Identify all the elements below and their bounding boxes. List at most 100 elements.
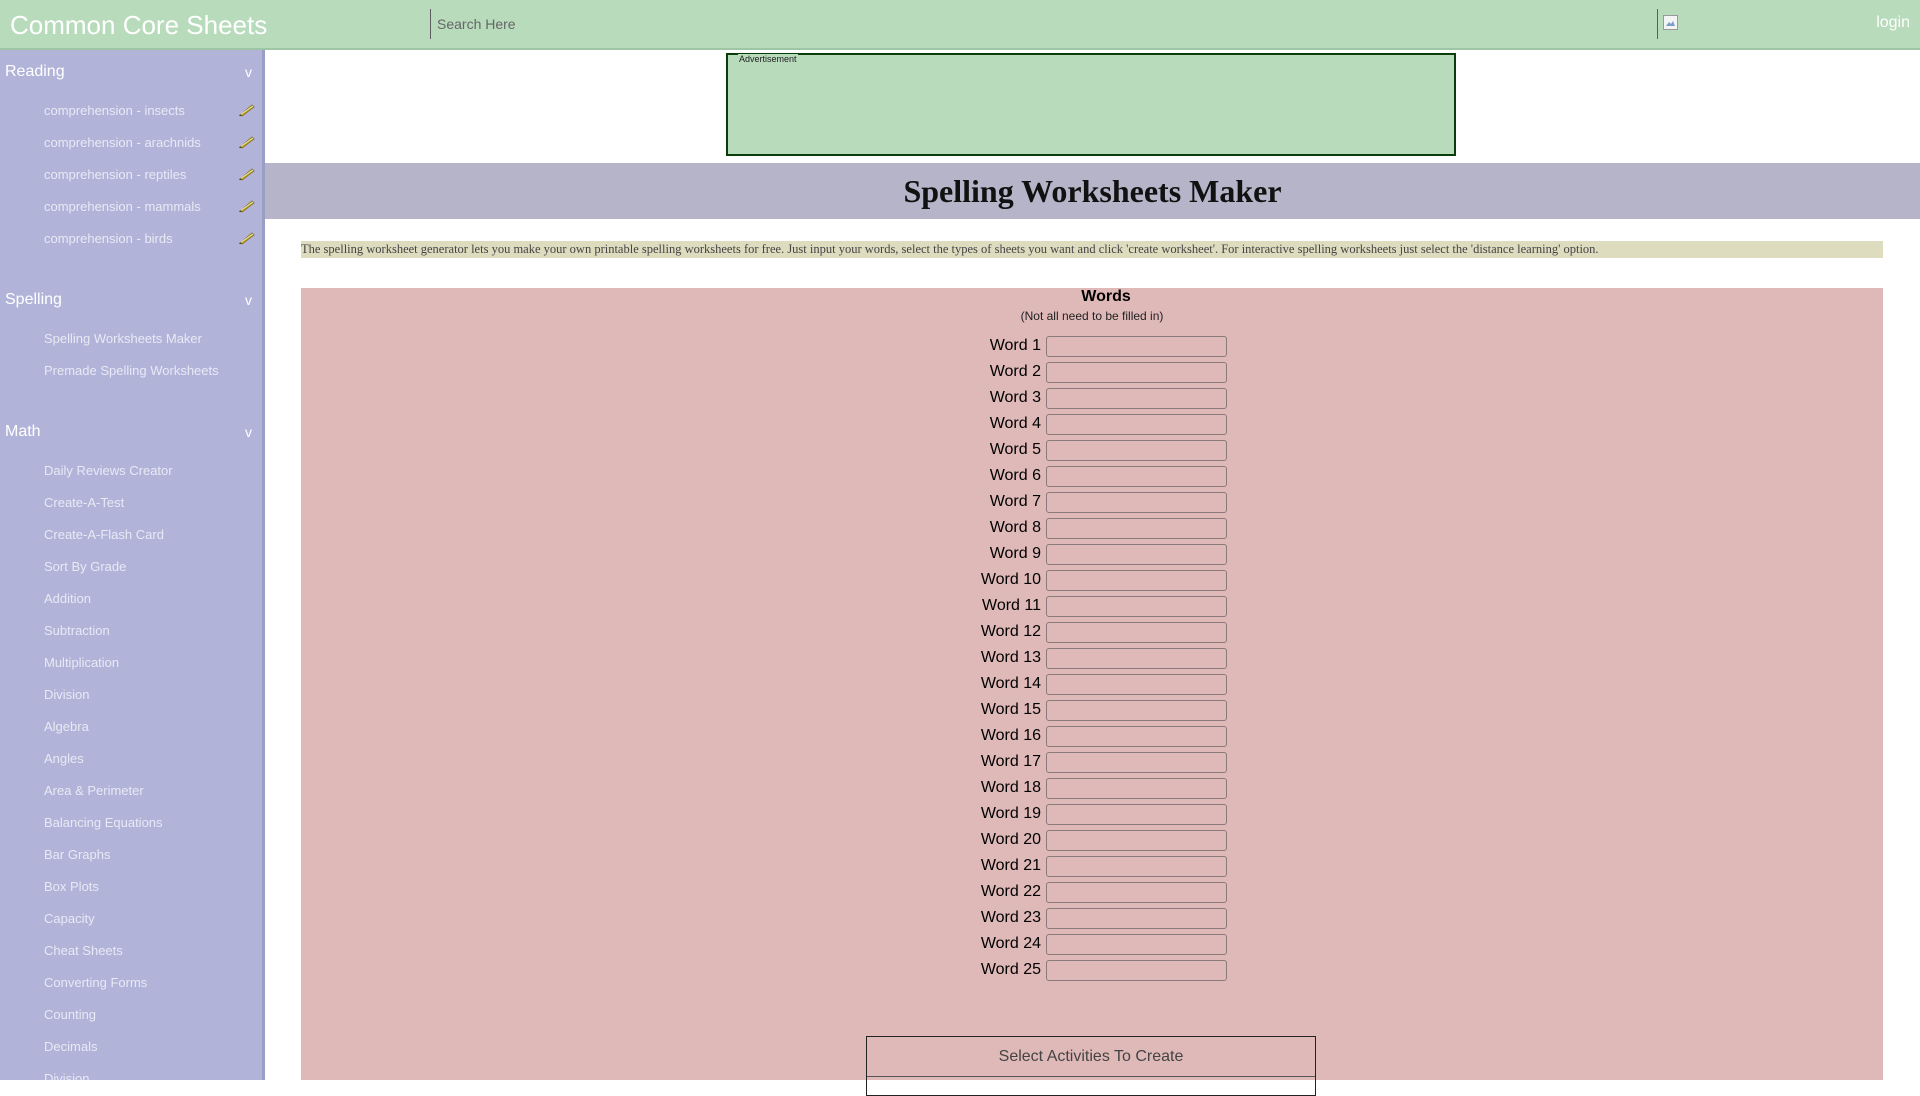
word-label: Word 7	[989, 493, 1041, 510]
sidebar-item[interactable]: Decimals	[0, 1030, 262, 1062]
sidebar-item[interactable]: Box Plots	[0, 870, 262, 902]
sidebar-item[interactable]: Premade Spelling Worksheets	[0, 354, 262, 386]
word-input[interactable]	[1046, 726, 1227, 747]
word-input[interactable]	[1046, 440, 1227, 461]
search-input[interactable]	[430, 9, 1656, 39]
login-link[interactable]: login	[1876, 14, 1910, 32]
word-row: Word 4	[301, 412, 1883, 438]
word-row: Word 10	[301, 568, 1883, 594]
sidebar-item-label: comprehension - mammals	[44, 198, 201, 214]
sidebar-section-math[interactable]: Math v	[0, 410, 262, 454]
word-label: Word 8	[989, 519, 1041, 536]
words-heading: Words	[1081, 288, 1131, 305]
sidebar-item[interactable]: Counting	[0, 998, 262, 1030]
sidebar-item[interactable]: Division	[0, 678, 262, 710]
word-label: Word 24	[980, 935, 1041, 952]
chevron-down-icon[interactable]: v	[245, 292, 252, 308]
sidebar-item[interactable]: Daily Reviews Creator	[0, 454, 262, 486]
word-input[interactable]	[1046, 414, 1227, 435]
sidebar-item-label: Converting Forms	[44, 974, 148, 990]
word-row: Word 15	[301, 698, 1883, 724]
word-input[interactable]	[1046, 882, 1227, 903]
sidebar-item[interactable]: Cheat Sheets	[0, 934, 262, 966]
word-row: Word 6	[301, 464, 1883, 490]
word-row: Word 23	[301, 906, 1883, 932]
word-input[interactable]	[1046, 596, 1227, 617]
sidebar-item[interactable]: Sort By Grade	[0, 550, 262, 582]
sidebar-section-spelling[interactable]: Spelling v	[0, 278, 262, 322]
section-title: Reading	[5, 63, 65, 80]
word-input[interactable]	[1046, 908, 1227, 929]
word-row: Word 9	[301, 542, 1883, 568]
sidebar-item-label: comprehension - arachnids	[44, 134, 201, 150]
word-input[interactable]	[1046, 648, 1227, 669]
sidebar-item[interactable]: Division	[0, 1062, 262, 1081]
sidebar-item[interactable]: Create-A-Flash Card	[0, 518, 262, 550]
word-input[interactable]	[1046, 492, 1227, 513]
sidebar-item[interactable]: comprehension - reptiles	[0, 158, 262, 190]
word-input[interactable]	[1046, 362, 1227, 383]
sidebar-item[interactable]: comprehension - birds	[0, 222, 262, 254]
word-row: Word 2	[301, 360, 1883, 386]
sidebar-item[interactable]: Angles	[0, 742, 262, 774]
word-label: Word 19	[980, 805, 1041, 822]
sidebar-item[interactable]: Algebra	[0, 710, 262, 742]
word-input[interactable]	[1046, 700, 1227, 721]
sidebar-item[interactable]: Addition	[0, 582, 262, 614]
word-input[interactable]	[1046, 778, 1227, 799]
sidebar-item[interactable]: comprehension - insects	[0, 94, 262, 126]
sidebar-item[interactable]: comprehension - arachnids	[0, 126, 262, 158]
sidebar-item[interactable]: Spelling Worksheets Maker	[0, 322, 262, 354]
word-input[interactable]	[1046, 570, 1227, 591]
word-input[interactable]	[1046, 518, 1227, 539]
sidebar-item-label: Decimals	[44, 1038, 98, 1054]
top-bar: Common Core Sheets login	[0, 0, 1920, 50]
sidebar-nav: Reading v comprehension - insects compreh…	[0, 50, 265, 1080]
sidebar-item[interactable]: Balancing Equations	[0, 806, 262, 838]
activities-box: Select Activities To Create	[866, 1036, 1316, 1096]
word-label: Word 23	[980, 909, 1041, 926]
word-input[interactable]	[1046, 960, 1227, 981]
word-input[interactable]	[1046, 674, 1227, 695]
sidebar-item[interactable]: Bar Graphs	[0, 838, 262, 870]
sidebar-item[interactable]: Area & Perimeter	[0, 774, 262, 806]
word-input[interactable]	[1046, 388, 1227, 409]
word-row: Word 5	[301, 438, 1883, 464]
sidebar-item[interactable]: Capacity	[0, 902, 262, 934]
word-label: Word 3	[989, 389, 1041, 406]
intro-text: The spelling worksheet generator lets yo…	[301, 241, 1883, 258]
broken-image-icon[interactable]	[1663, 15, 1678, 30]
sidebar-item-label: Division	[44, 1070, 90, 1081]
word-input[interactable]	[1046, 622, 1227, 643]
advertisement-box[interactable]: Advertisement	[726, 53, 1456, 156]
chevron-down-icon[interactable]: v	[245, 64, 252, 80]
word-input[interactable]	[1046, 830, 1227, 851]
chevron-down-icon[interactable]: v	[245, 424, 252, 440]
sidebar-item[interactable]: Converting Forms	[0, 966, 262, 998]
sidebar-item[interactable]: Subtraction	[0, 614, 262, 646]
word-row: Word 18	[301, 776, 1883, 802]
word-row: Word 8	[301, 516, 1883, 542]
site-logo-text[interactable]: Common Core Sheets	[10, 10, 267, 41]
word-input[interactable]	[1046, 466, 1227, 487]
word-row: Word 20	[301, 828, 1883, 854]
sidebar-item[interactable]: Create-A-Test	[0, 486, 262, 518]
section-title: Math	[5, 423, 41, 440]
word-input[interactable]	[1046, 544, 1227, 565]
pencil-icon	[239, 168, 255, 181]
sidebar-item[interactable]: Multiplication	[0, 646, 262, 678]
word-row: Word 21	[301, 854, 1883, 880]
word-input[interactable]	[1046, 856, 1227, 877]
sidebar-item-label: Cheat Sheets	[44, 942, 123, 958]
sidebar-section-reading[interactable]: Reading v	[0, 50, 262, 94]
word-input[interactable]	[1046, 752, 1227, 773]
word-label: Word 21	[980, 857, 1041, 874]
word-input[interactable]	[1046, 336, 1227, 357]
sidebar-item[interactable]: comprehension - mammals	[0, 190, 262, 222]
sidebar-item-label: Daily Reviews Creator	[44, 462, 173, 478]
word-input[interactable]	[1046, 934, 1227, 955]
word-row: Word 12	[301, 620, 1883, 646]
word-label: Word 14	[980, 675, 1041, 692]
word-label: Word 20	[980, 831, 1041, 848]
word-input[interactable]	[1046, 804, 1227, 825]
